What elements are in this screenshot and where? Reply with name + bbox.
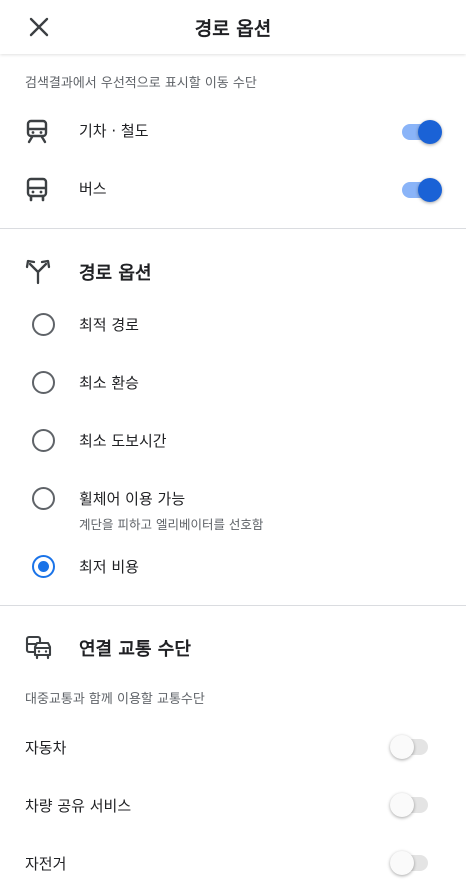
modes-subtitle: 검색결과에서 우선적으로 표시할 이동 수단	[25, 76, 257, 91]
connection-row-ride-share[interactable]: 차량 공유 서비스	[0, 780, 466, 830]
connection-label: 자전거	[25, 855, 67, 873]
mode-row-bus[interactable]: 버스	[0, 161, 466, 217]
route-fork-icon	[25, 259, 51, 285]
route-option-label: 최적 경로	[79, 316, 139, 334]
connections-title: 연결 교통 수단	[79, 639, 191, 660]
route-option-lowest-cost[interactable]: 최저 비용	[0, 542, 466, 592]
connection-row-bicycle[interactable]: 자전거	[0, 838, 466, 888]
connections-subtitle: 대중교통과 함께 이용할 교통수단	[25, 692, 205, 707]
route-option-fewer-transfers[interactable]: 최소 환승	[0, 358, 466, 408]
route-option-wheelchair[interactable]: 휠체어 이용 가능 계단을 피하고 엘리베이터를 선호함	[0, 474, 466, 540]
section-divider	[0, 605, 466, 606]
mode-row-train[interactable]: 기차 · 철도	[0, 103, 466, 159]
mode-label-bus: 버스	[79, 180, 107, 198]
train-icon	[26, 119, 48, 144]
route-option-label: 최소 도보시간	[79, 432, 167, 450]
radio-button[interactable]	[32, 487, 55, 510]
section-divider	[0, 228, 466, 229]
connection-row-car[interactable]: 자동차	[0, 722, 466, 772]
ride-share-toggle[interactable]	[390, 793, 428, 817]
route-option-less-walking[interactable]: 최소 도보시간	[0, 416, 466, 466]
car-transit-icon	[25, 635, 52, 660]
app-header: 경로 옵션	[0, 0, 466, 54]
car-toggle[interactable]	[390, 735, 428, 759]
mode-label-train: 기차 · 철도	[79, 122, 149, 140]
page-title: 경로 옵션	[194, 18, 272, 40]
radio-button-selected[interactable]	[32, 555, 55, 578]
connection-label: 자동차	[25, 739, 67, 757]
route-option-label: 최소 환승	[79, 374, 139, 392]
radio-button[interactable]	[32, 313, 55, 336]
route-option-description: 계단을 피하고 엘리베이터를 선호함	[79, 517, 264, 532]
connections-header: 연결 교통 수단	[0, 627, 466, 667]
train-toggle[interactable]	[402, 120, 442, 144]
bicycle-toggle[interactable]	[390, 851, 428, 875]
bus-icon	[26, 177, 48, 202]
route-option-label: 최저 비용	[79, 558, 139, 576]
route-options-title: 경로 옵션	[79, 263, 152, 284]
bus-toggle[interactable]	[402, 178, 442, 202]
radio-button[interactable]	[32, 371, 55, 394]
radio-button[interactable]	[32, 429, 55, 452]
connection-label: 차량 공유 서비스	[25, 797, 132, 815]
route-options-header: 경로 옵션	[0, 251, 466, 291]
route-option-best[interactable]: 최적 경로	[0, 300, 466, 350]
route-option-label: 휠체어 이용 가능	[79, 490, 186, 508]
